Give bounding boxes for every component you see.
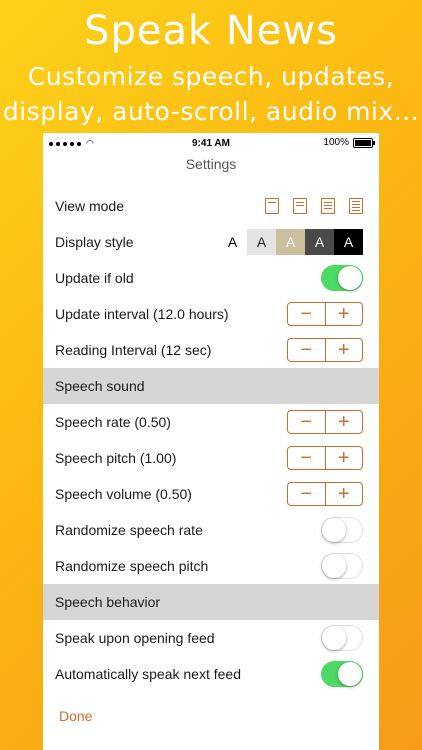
reading-interval-label: Reading Interval (12 sec) xyxy=(55,342,212,358)
view-mode-2-icon[interactable] xyxy=(293,198,307,214)
section-speech-behavior: Speech behavior xyxy=(43,584,379,620)
update-if-old-label: Update if old xyxy=(55,270,134,286)
status-bar: ◠ 9:41 AM 100% xyxy=(43,133,379,153)
randomize-rate-toggle[interactable] xyxy=(321,517,363,543)
row-reading-interval: Reading Interval (12 sec) − + xyxy=(43,332,379,368)
randomize-pitch-label: Randomize speech pitch xyxy=(55,558,209,574)
row-speech-volume: Speech volume (0.50) − + xyxy=(43,476,379,512)
randomize-pitch-toggle[interactable] xyxy=(321,553,363,579)
update-interval-minus-button[interactable]: − xyxy=(288,303,326,325)
speech-behavior-header: Speech behavior xyxy=(55,594,161,610)
promo-title: Speak News xyxy=(84,8,338,54)
battery-icon xyxy=(353,137,375,148)
display-style-light-gray[interactable]: A xyxy=(247,229,276,255)
display-style-dark-gray[interactable]: A xyxy=(305,229,334,255)
update-if-old-toggle[interactable] xyxy=(321,265,363,291)
speech-pitch-label: Speech pitch (1.00) xyxy=(55,450,177,466)
phone-screen: ◠ 9:41 AM 100% Settings View mode Displa… xyxy=(43,133,379,750)
display-style-black[interactable]: A xyxy=(334,229,363,255)
speech-sound-header: Speech sound xyxy=(55,378,145,394)
update-interval-label: Update interval (12.0 hours) xyxy=(55,306,229,322)
section-speech-sound: Speech sound xyxy=(43,368,379,404)
row-speech-rate: Speech rate (0.50) − + xyxy=(43,404,379,440)
row-randomize-rate: Randomize speech rate xyxy=(43,512,379,548)
speak-upon-opening-label: Speak upon opening feed xyxy=(55,630,215,646)
speech-rate-plus-button[interactable]: + xyxy=(326,411,363,433)
view-mode-4-icon[interactable] xyxy=(349,198,363,214)
row-view-mode: View mode xyxy=(43,188,379,224)
promo-subtitle-line2: display, auto-scroll, audio mix... xyxy=(2,97,420,126)
auto-speak-next-label: Automatically speak next feed xyxy=(55,666,241,682)
speech-volume-stepper: − + xyxy=(287,482,363,506)
speech-volume-plus-button[interactable]: + xyxy=(326,483,363,505)
speech-pitch-stepper: − + xyxy=(287,446,363,470)
speak-upon-opening-toggle[interactable] xyxy=(321,625,363,651)
randomize-rate-label: Randomize speech rate xyxy=(55,522,203,538)
view-mode-3-icon[interactable] xyxy=(321,198,335,214)
row-randomize-pitch: Randomize speech pitch xyxy=(43,548,379,584)
speech-rate-minus-button[interactable]: − xyxy=(288,411,326,433)
reading-interval-plus-button[interactable]: + xyxy=(326,339,363,361)
speech-volume-minus-button[interactable]: − xyxy=(288,483,326,505)
battery-percent: 100% xyxy=(323,137,349,148)
speech-rate-label: Speech rate (0.50) xyxy=(55,414,171,430)
promo-subtitle-line1: Customize speech, updates, xyxy=(27,62,395,91)
view-mode-label: View mode xyxy=(55,198,125,214)
row-auto-speak-next: Automatically speak next feed xyxy=(43,656,379,692)
update-interval-plus-button[interactable]: + xyxy=(326,303,363,325)
row-update-if-old: Update if old xyxy=(43,260,379,296)
nav-title: Settings xyxy=(185,156,237,172)
row-speech-pitch: Speech pitch (1.00) − + xyxy=(43,440,379,476)
speech-rate-stepper: − + xyxy=(287,410,363,434)
view-mode-1-icon[interactable] xyxy=(265,198,279,214)
row-display-style: Display style A A A A A xyxy=(43,224,379,260)
reading-interval-minus-button[interactable]: − xyxy=(288,339,326,361)
row-speak-upon-opening: Speak upon opening feed xyxy=(43,620,379,656)
display-style-label: Display style xyxy=(55,234,134,250)
auto-speak-next-toggle[interactable] xyxy=(321,661,363,687)
display-style-sepia[interactable]: A xyxy=(276,229,305,255)
reading-interval-stepper: − + xyxy=(287,338,363,362)
speech-volume-label: Speech volume (0.50) xyxy=(55,486,192,502)
speech-pitch-plus-button[interactable]: + xyxy=(326,447,363,469)
done-button[interactable]: Done xyxy=(59,708,92,724)
speech-pitch-minus-button[interactable]: − xyxy=(288,447,326,469)
row-update-interval: Update interval (12.0 hours) − + xyxy=(43,296,379,332)
display-style-white[interactable]: A xyxy=(218,229,247,255)
update-interval-stepper: − + xyxy=(287,302,363,326)
